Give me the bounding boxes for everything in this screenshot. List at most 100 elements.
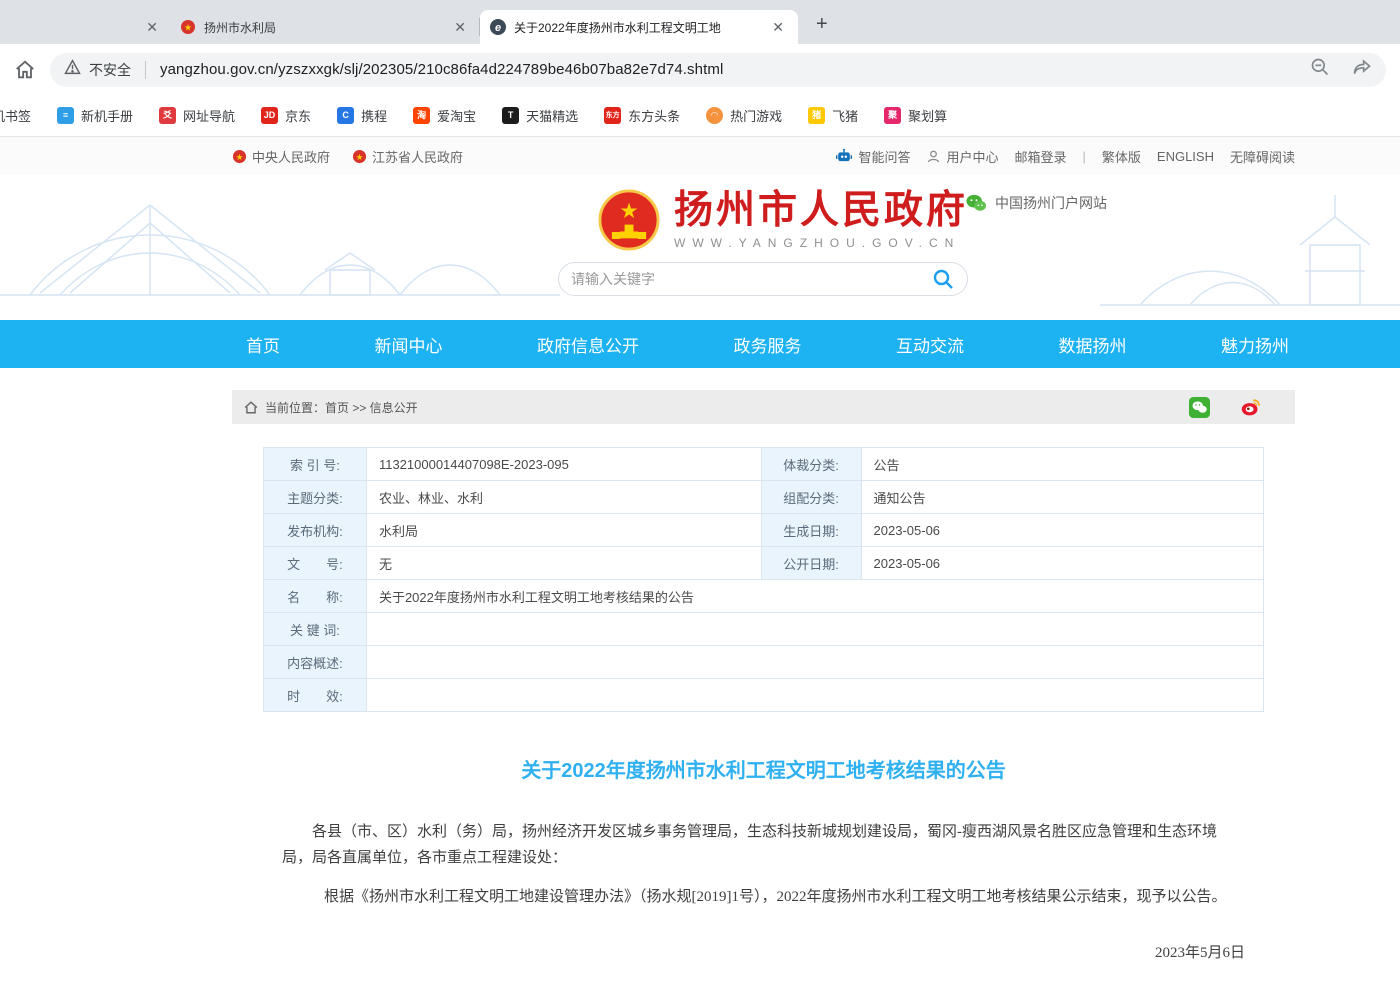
share-icon[interactable] (1352, 57, 1372, 82)
bookmark-label: 飞猪 (832, 106, 858, 125)
fliggy-pig-icon: 猪 (808, 107, 825, 124)
table-row: 时 效: (264, 679, 1264, 712)
meta-label: 名 称: (264, 580, 367, 613)
meta-label: 生成日期: (761, 514, 861, 547)
table-row: 索 引 号: 11321000014407098E-2023-095 体裁分类:… (264, 448, 1264, 481)
english-link[interactable]: ENGLISH (1157, 149, 1214, 164)
bookmark-ctrip[interactable]: C 携程 (337, 106, 387, 125)
meta-label: 主题分类: (264, 481, 367, 514)
nav-home[interactable]: 首页 (240, 332, 286, 357)
meta-label: 公开日期: (761, 547, 861, 580)
banner-artwork-left (0, 175, 560, 320)
meta-label: 体裁分类: (761, 448, 861, 481)
url-text[interactable]: yangzhou.gov.cn/yzszxxgk/slj/202305/210c… (160, 61, 723, 78)
national-emblem-icon: ★ ▄▟▙▄ (598, 189, 660, 251)
breadcrumb-text[interactable]: 当前位置：首页 >> 信息公开 (265, 399, 418, 416)
close-icon[interactable]: ✕ (450, 17, 470, 38)
bookmark-xinjishouce[interactable]: ≡ 新机手册 (57, 106, 133, 125)
article-title: 关于2022年度扬州市水利工程文明工地考核结果的公告 (232, 754, 1295, 783)
article-date: 2023年5月6日 (282, 940, 1245, 966)
home-icon (244, 401, 258, 414)
close-icon[interactable]: ✕ (142, 17, 162, 38)
wechat-icon (965, 193, 987, 213)
tab-shuiliju[interactable]: ★ 扬州市水利局 ✕ (170, 10, 480, 44)
nav-data[interactable]: 数据扬州 (1053, 332, 1133, 357)
gov-emblem-icon: ★ (180, 19, 196, 35)
bookmark-label: 天猫精选 (526, 106, 578, 125)
content-container: 当前位置：首页 >> 信息公开 索 引 号: 11321000014407098… (232, 390, 1295, 997)
nav-info-disclosure[interactable]: 政府信息公开 (531, 332, 645, 357)
article-paragraph: 根据《扬州市水利工程文明工地建设管理办法》（扬水规[2019]1号），2022年… (282, 884, 1245, 910)
tab-title: 扬州市水利局 (204, 19, 442, 36)
link-label: 繁体版 (1102, 147, 1141, 166)
meta-value: 水利局 (366, 514, 761, 547)
traditional-link[interactable]: 繁体版 (1102, 147, 1141, 166)
site-logo[interactable]: ★ ▄▟▙▄ 扬州市人民政府 WWW.YANGZHOU.GOV.CN (598, 189, 968, 251)
bookmark-fliggy[interactable]: 猪 飞猪 (808, 106, 858, 125)
game-icon: ◠ (706, 107, 723, 124)
zoom-out-icon[interactable] (1310, 57, 1330, 82)
bookmark-label: 新机手册 (81, 106, 133, 125)
nav-news[interactable]: 新闻中心 (369, 332, 449, 357)
ctrip-dolphin-icon: C (337, 107, 354, 124)
link-central-gov[interactable]: ★ 中央人民政府 (232, 147, 330, 166)
weibo-share-icon[interactable] (1240, 397, 1261, 418)
nav-interaction[interactable]: 互动交流 (890, 332, 970, 357)
link-label: 用户中心 (946, 147, 998, 166)
table-row: 发布机构: 水利局 生成日期: 2023-05-06 (264, 514, 1264, 547)
bookmark-tmall[interactable]: T 天猫精选 (502, 106, 578, 125)
table-row: 内容概述: (264, 646, 1264, 679)
wechat-share-icon[interactable] (1189, 397, 1210, 418)
link-jiangsu-gov[interactable]: ★ 江苏省人民政府 (352, 147, 463, 166)
bookmark-jd[interactable]: JD 京东 (261, 106, 311, 125)
close-icon[interactable]: ✕ (768, 17, 788, 38)
svg-text:★: ★ (236, 151, 244, 161)
accessible-link[interactable]: 无障碍阅读 (1230, 147, 1295, 166)
svg-text:e: e (495, 22, 501, 34)
bookmark-games[interactable]: ◠ 热门游戏 (706, 106, 782, 125)
article-body: 各县（市、区）水利（务）局，扬州经济开发区城乡事务管理局，生态科技新城规划建设局… (232, 819, 1295, 997)
divider: | (1083, 149, 1086, 164)
meta-value (366, 646, 1263, 679)
bookmark-dongfangtoutiao[interactable]: 东方 东方头条 (604, 106, 680, 125)
omnibox[interactable]: 不安全 yangzhou.gov.cn/yzszxxgk/slj/202305/… (50, 53, 1386, 87)
home-icon[interactable] (14, 59, 36, 81)
bookmark-juhuasuan[interactable]: 聚 聚划算 (884, 106, 947, 125)
bookmark-aitaobao[interactable]: 淘 爱淘宝 (413, 106, 476, 125)
meta-value: 2023-05-06 (861, 547, 1263, 580)
meta-value: 关于2022年度扬州市水利工程文明工地考核结果的公告 (366, 580, 1263, 613)
nav-services[interactable]: 政务服务 (728, 332, 808, 357)
svg-text:★: ★ (356, 151, 364, 161)
nav-charm[interactable]: 魅力扬州 (1215, 332, 1295, 357)
bookmark-partial[interactable]: 机书签 (0, 106, 31, 125)
search-icon[interactable] (931, 267, 955, 291)
bookmark-label: 携程 (361, 106, 387, 125)
link-label: 无障碍阅读 (1230, 147, 1295, 166)
bookmark-label: 网址导航 (183, 106, 235, 125)
bookmark-wangzhidaohang[interactable]: 爻 网址导航 (159, 106, 235, 125)
table-row: 关 键 词: (264, 613, 1264, 646)
article-paragraph: 各县（市、区）水利（务）局，扬州经济开发区城乡事务管理局，生态科技新城规划建设局… (282, 819, 1245, 871)
portal-label[interactable]: 中国扬州门户网站 (965, 193, 1107, 213)
taobao-icon: 淘 (413, 107, 430, 124)
new-tab-button[interactable]: + (808, 11, 836, 38)
mail-login-link[interactable]: 邮箱登录 (1014, 147, 1066, 166)
meta-label: 索 引 号: (264, 448, 367, 481)
site-name: 扬州市人民政府 (674, 190, 968, 233)
gov-emblem-icon: ★ (232, 149, 247, 164)
jd-icon: JD (261, 107, 278, 124)
user-center-link[interactable]: 用户中心 (926, 147, 998, 166)
masthead-banner: ★ ▄▟▙▄ 扬州市人民政府 WWW.YANGZHOU.GOV.CN 中国扬州门… (0, 175, 1400, 320)
tab-partial[interactable]: ✕ (0, 10, 170, 44)
toutiao-icon: 东方 (604, 107, 621, 124)
bookmark-label: 爱淘宝 (437, 106, 476, 125)
tab-announcement-active[interactable]: e 关于2022年度扬州市水利工程文明工地 ✕ (480, 10, 798, 44)
search-input[interactable] (571, 271, 931, 287)
bookmark-label: 东方头条 (628, 106, 680, 125)
bookmark-label: 热门游戏 (730, 106, 782, 125)
address-bar: 不安全 yangzhou.gov.cn/yzszxxgk/slj/202305/… (0, 44, 1400, 95)
smart-qa-link[interactable]: 智能问答 (835, 147, 910, 166)
search-box[interactable] (558, 262, 968, 296)
browser-logo-icon: e (490, 19, 506, 35)
security-label: 不安全 (89, 60, 131, 80)
